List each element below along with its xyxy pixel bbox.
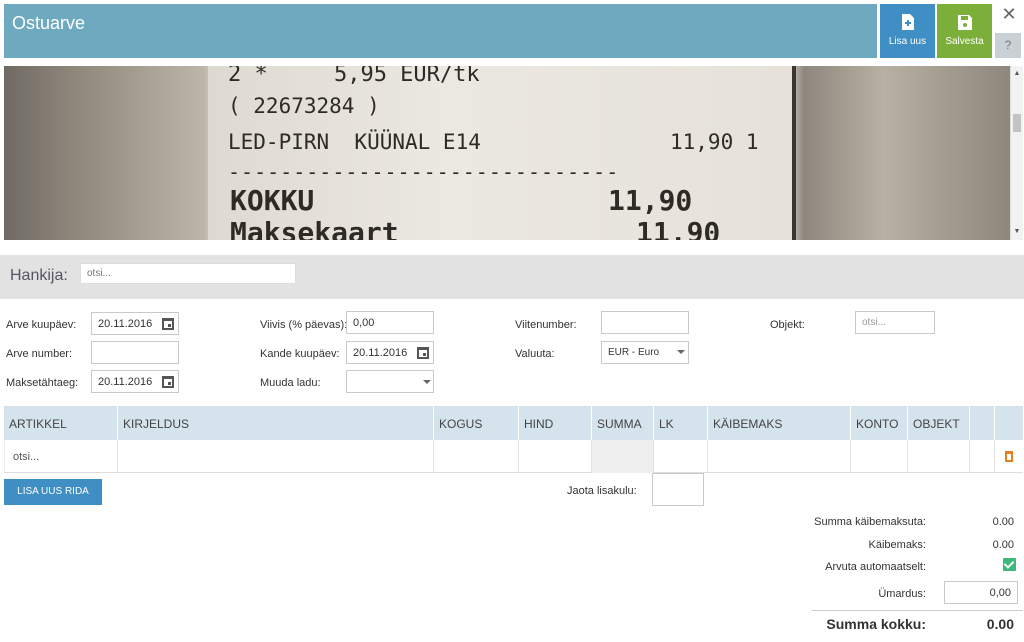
object-label: Objekt: (770, 319, 805, 331)
invoice-date-label: Arve kuupäev: (6, 319, 77, 331)
col-objekt[interactable]: OBJEKT (908, 406, 970, 440)
chevron-down-icon (677, 350, 685, 354)
col-spacer (970, 406, 995, 440)
distribute-cost-label: Jaota lisakulu: (567, 485, 637, 497)
rounding-input[interactable]: 0,00 (944, 581, 1018, 604)
net-total-label: Summa käibemaksuta: (814, 516, 926, 528)
calendar-icon[interactable] (417, 347, 429, 359)
calendar-icon[interactable] (162, 318, 174, 330)
receipt-edge (792, 66, 796, 240)
spacer-cell (970, 440, 995, 473)
col-kirjeldus[interactable]: KIRJELDUS (118, 406, 434, 440)
col-artikkel[interactable]: ARTIKKEL (4, 406, 118, 440)
rounding-label: Ümardus: (878, 588, 926, 600)
penalty-field[interactable]: 0,00 (346, 311, 434, 334)
help-icon[interactable]: ? (995, 33, 1021, 58)
receipt-line: 11,90 1 (670, 130, 759, 154)
col-lk[interactable]: LK (654, 406, 708, 440)
floppy-disk-icon (957, 15, 972, 30)
receipt-total-label: KOKKU (230, 184, 315, 217)
scroll-up-icon[interactable]: ▲ (1011, 68, 1023, 80)
receipt-line: LED-PIRN KÜÜNAL E14 (228, 130, 481, 154)
article-search-cell[interactable]: otsi... (5, 440, 118, 473)
checkbox-checked-icon[interactable] (1003, 558, 1016, 571)
scroll-thumb[interactable] (1013, 114, 1021, 132)
entry-date-label: Kande kuupäev: (260, 348, 340, 360)
account-cell[interactable] (851, 440, 908, 473)
lk-cell[interactable] (654, 440, 708, 473)
scroll-down-icon[interactable]: ▼ (1011, 226, 1023, 238)
grand-total-label: Summa kokku: (826, 616, 926, 632)
auto-calc-label: Arvuta automaatselt: (825, 561, 926, 573)
currency-select[interactable]: EUR - Euro (601, 341, 689, 364)
trash-icon[interactable] (1005, 451, 1013, 462)
receipt-separator: ------------------------------ (228, 160, 620, 184)
title-bar: Ostuarve (4, 4, 877, 58)
col-hind[interactable]: HIND (519, 406, 592, 440)
col-summa[interactable]: SUMMA (592, 406, 654, 440)
receipt-pay-value: 11,90 (636, 216, 721, 240)
totals-divider (812, 610, 1023, 611)
receipt-line: ( 22673284 ) (228, 94, 380, 118)
supplier-search-input[interactable] (80, 263, 296, 284)
page-title: Ostuarve (12, 13, 86, 33)
receipt-image: 2 * 5,95 EUR/tk ( 22673284 ) LED-PIRN KÜ… (4, 66, 1010, 240)
file-plus-icon (901, 14, 914, 30)
receipt-total-value: 11,90 (608, 184, 693, 217)
calendar-icon[interactable] (162, 376, 174, 388)
reference-field[interactable] (601, 311, 689, 334)
save-label: Salvesta (945, 36, 984, 47)
invoice-number-label: Arve number: (6, 348, 73, 360)
vat-cell[interactable] (708, 440, 851, 473)
invoice-number-field[interactable] (91, 341, 179, 364)
distribute-cost-input[interactable] (652, 473, 704, 506)
penalty-label: Viivis (% päevas): (260, 319, 348, 331)
warehouse-select[interactable] (346, 370, 434, 393)
add-row-button[interactable]: LISA UUS RIDA (4, 479, 102, 505)
vat-total-value: 0.00 (992, 539, 1014, 551)
warehouse-label: Muuda ladu: (260, 377, 321, 389)
col-konto[interactable]: KONTO (851, 406, 908, 440)
price-cell[interactable] (519, 440, 592, 473)
save-button[interactable]: Salvesta (937, 4, 992, 58)
receipt-pay-label: Maksekaart (230, 216, 399, 240)
add-new-button[interactable]: Lisa uus (880, 4, 935, 58)
sum-cell (592, 440, 654, 473)
currency-label: Valuuta: (515, 348, 555, 360)
net-total-value: 0.00 (992, 516, 1014, 528)
object-cell[interactable] (908, 440, 970, 473)
object-search-input[interactable]: otsi... (855, 311, 935, 334)
receipt-line: 2 * 5,95 EUR/tk (228, 66, 480, 87)
reference-label: Viitenumber: (515, 319, 577, 331)
close-icon[interactable]: ✕ (1000, 4, 1018, 24)
description-cell[interactable] (118, 440, 434, 473)
quantity-cell[interactable] (434, 440, 519, 473)
due-date-label: Maksetähtaeg: (6, 377, 79, 389)
add-new-label: Lisa uus (888, 36, 927, 47)
table-row: otsi... (4, 440, 1023, 473)
supplier-label: Hankija: (10, 267, 68, 284)
vat-total-label: Käibemaks: (868, 539, 926, 551)
table-header: ARTIKKEL KIRJELDUS KOGUS HIND SUMMA LK K… (4, 406, 1023, 440)
grand-total-value: 0.00 (986, 616, 1014, 632)
chevron-down-icon (423, 380, 431, 384)
supplier-bar: Hankija: (0, 255, 1024, 299)
col-kaibemaks[interactable]: KÄIBEMAKS (708, 406, 851, 440)
col-kogus[interactable]: KOGUS (434, 406, 519, 440)
image-scrollbar[interactable]: ▲ ▼ (1010, 66, 1023, 240)
